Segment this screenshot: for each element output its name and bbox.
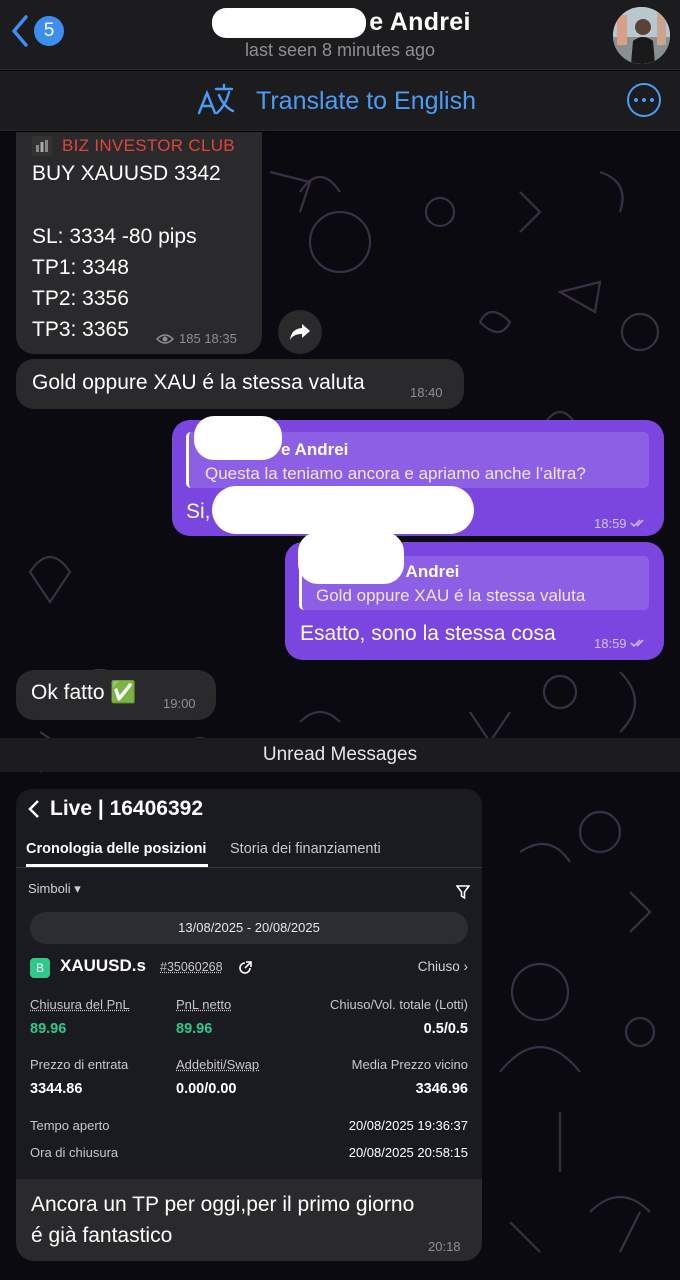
message-text: Gold oppure XAU é la stessa valuta xyxy=(32,371,365,394)
channel-name: BIZ INVESTOR CLUB xyxy=(62,136,235,155)
more-options-button[interactable] xyxy=(627,83,661,117)
redaction-mask xyxy=(212,486,474,534)
share-arrow-icon xyxy=(290,324,310,340)
post-time: 18:35 xyxy=(204,331,237,346)
dot-icon xyxy=(650,98,654,102)
net-pnl-label: PnL netto xyxy=(176,997,232,1012)
redacted-name xyxy=(212,8,366,38)
message-time: 18:40 xyxy=(410,385,443,400)
chat-header: 5 e Andrei last seen 8 minutes ago xyxy=(0,0,680,70)
translate-label: Translate to English xyxy=(256,86,477,115)
message-time: 20:18 xyxy=(428,1239,461,1254)
symbol-name: XAUUSD.s xyxy=(60,956,146,975)
avatar[interactable] xyxy=(613,7,670,64)
tabs-divider xyxy=(16,867,482,868)
last-seen-status: last seen 8 minutes ago xyxy=(244,40,436,60)
post-line: BUY XAUUSD 3342 xyxy=(32,162,221,185)
message-text: Ok fatto ✅ xyxy=(31,681,137,704)
entry-price-value: 3344.86 xyxy=(30,1081,83,1097)
avg-close-label: Media Prezzo vicino xyxy=(351,1057,468,1072)
open-time-label: Tempo aperto xyxy=(30,1118,110,1133)
incoming-message[interactable]: Gold oppure XAU é la stessa valuta 18:40 xyxy=(16,359,464,409)
chat-area[interactable]: BIZ INVESTOR CLUB BUY XAUUSD 3342 SL: 33… xyxy=(0,132,680,1280)
close-pnl-label: Chiusura del PnL xyxy=(30,997,130,1012)
buy-badge: B xyxy=(30,958,50,978)
message-text: Si, xyxy=(186,500,211,523)
symbols-filter: Simboli ▾ xyxy=(28,881,81,896)
close-pnl-value: 89.96 xyxy=(30,1021,67,1037)
external-link-icon xyxy=(239,961,252,974)
screenshot-header: Live | 16406392 xyxy=(28,797,203,821)
post-channel[interactable]: BIZ INVESTOR CLUB xyxy=(32,136,235,156)
message-time: 18:59 xyxy=(594,516,648,531)
screenshot-image[interactable]: Live | 16406392 Cronologia delle posizio… xyxy=(16,789,482,1179)
redaction-mask xyxy=(194,416,282,460)
share-button[interactable] xyxy=(278,310,322,354)
post-line: TP1: 3348 xyxy=(32,256,129,279)
incoming-message[interactable]: Ok fatto ✅ 19:00 xyxy=(16,670,216,720)
message-time: 19:00 xyxy=(163,696,196,711)
redaction-mask xyxy=(298,532,404,584)
post-line: TP2: 3356 xyxy=(32,287,129,310)
translate-icon xyxy=(197,83,235,115)
channel-logo-icon xyxy=(32,136,52,156)
filter-funnel-icon xyxy=(456,885,470,899)
post-line: SL: 3334 -80 pips xyxy=(32,225,197,248)
reply-quote-text: Questa la teniamo ancora e apriamo anche… xyxy=(205,464,586,483)
views-eye-icon xyxy=(156,333,174,344)
close-time-value: 20/08/2025 20:58:15 xyxy=(348,1145,468,1160)
incoming-message[interactable]: Ancora un TP per oggi,per il primo giorn… xyxy=(16,1179,482,1261)
volume-label: Chiuso/Vol. totale (Lotti) xyxy=(329,997,468,1012)
dot-icon xyxy=(642,98,646,102)
chevron-left-icon xyxy=(12,15,28,47)
chevron-right-icon: › xyxy=(463,959,469,974)
read-checkmarks-icon xyxy=(630,639,644,648)
read-checkmarks-icon xyxy=(630,519,644,528)
chevron-left-icon xyxy=(28,800,39,818)
swap-value: 0.00/0.00 xyxy=(176,1081,237,1097)
net-pnl-value: 89.96 xyxy=(176,1021,213,1037)
date-range: 13/08/2025 - 20/08/2025 xyxy=(30,912,468,944)
post-line: TP3: 3365 xyxy=(32,318,129,341)
open-time-value: 20/08/2025 19:36:37 xyxy=(348,1118,468,1133)
forwarded-post[interactable]: BIZ INVESTOR CLUB BUY XAUUSD 3342 SL: 33… xyxy=(16,132,262,354)
swap-label: Addebiti/Swap xyxy=(176,1057,260,1072)
volume-value: 0.5/0.5 xyxy=(423,1021,468,1037)
post-meta: 185 18:35 xyxy=(156,331,237,346)
close-time-label: Ora di chiusura xyxy=(30,1145,119,1160)
account-title: Live | 16406392 xyxy=(50,797,203,820)
position-status: Chiuso › xyxy=(417,959,469,974)
avatar-photo xyxy=(613,7,670,64)
dot-icon xyxy=(634,98,638,102)
chat-title-area[interactable]: e Andrei last seen 8 minutes ago xyxy=(150,6,530,61)
message-time: 18:59 xyxy=(594,636,648,651)
back-button[interactable]: 5 xyxy=(10,14,64,48)
message-text: Esatto, sono la stessa cosa xyxy=(300,622,556,645)
message-text-line: é già fantastico xyxy=(31,1224,173,1247)
position-id: #35060268 xyxy=(160,960,223,974)
translate-button[interactable]: Translate to English xyxy=(196,83,476,119)
translate-bar: Translate to English xyxy=(0,71,680,131)
message-text-line: Ancora un TP per oggi,per il primo giorn… xyxy=(31,1193,415,1216)
tab-funding-history: Storia dei finanziamenti xyxy=(230,841,381,857)
view-count: 185 xyxy=(179,331,201,346)
avg-close-value: 3346.96 xyxy=(415,1081,468,1097)
tab-position-history: Cronologia delle posizioni xyxy=(26,841,207,857)
unread-messages-divider: Unread Messages xyxy=(0,738,680,772)
unread-count-badge: 5 xyxy=(34,16,64,46)
entry-price-label: Prezzo di entrata xyxy=(30,1057,129,1072)
reply-quote-text: Gold oppure XAU é la stessa valuta xyxy=(316,586,586,605)
